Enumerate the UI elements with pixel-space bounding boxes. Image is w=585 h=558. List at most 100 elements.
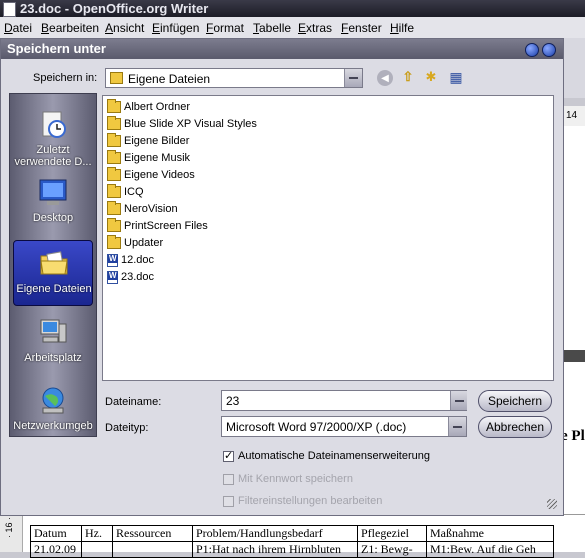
list-item[interactable]: Eigene Musik [107, 150, 190, 167]
chevron-down-icon[interactable] [450, 391, 467, 410]
save-button[interactable]: Speichern [478, 390, 552, 412]
writer-doc-icon [3, 2, 16, 17]
filename-dropdown [450, 391, 467, 410]
menu-datei[interactable]: Datei [4, 21, 32, 35]
file-name: Eigene Bilder [124, 135, 190, 147]
check-icon: ✓ [224, 450, 234, 462]
filetype-label: Dateityp: [105, 422, 149, 434]
help-icon[interactable] [525, 43, 539, 57]
places-bar: Zuletzt verwendete D... Desktop Eigene D… [9, 93, 97, 437]
my-computer-icon [40, 319, 67, 343]
filetype-value: Microsoft Word 97/2000/XP (.doc) [226, 420, 407, 434]
word-document-icon [107, 270, 118, 284]
file-name: Blue Slide XP Visual Styles [124, 118, 257, 130]
place-desktop[interactable]: Desktop [13, 170, 93, 236]
chevron-down-icon[interactable] [448, 417, 466, 436]
menu-einfuegen[interactable]: Einfügen [152, 21, 199, 35]
list-item[interactable]: ICQ [107, 184, 144, 201]
header-pflegeziel: Pflegeziel [357, 525, 427, 542]
video-folder-icon [107, 167, 121, 182]
cell-pflegeziel: Z1: Bewg- [357, 541, 427, 558]
auto-extension-checkbox[interactable]: ✓ [223, 450, 234, 462]
header-massnahme: Maßnahme [426, 525, 554, 542]
list-item[interactable]: Eigene Videos [107, 167, 195, 184]
menu-bearbeiten[interactable]: Bearbeiten [41, 21, 99, 35]
chevron-down-icon[interactable] [344, 69, 362, 87]
file-name: PrintScreen Files [124, 220, 208, 232]
filename-value: 23 [226, 394, 240, 408]
up-folder-icon[interactable]: ⇧ [400, 69, 416, 85]
menu-extras[interactable]: Extras [298, 21, 332, 35]
list-item[interactable]: Albert Ordner [107, 99, 190, 116]
cell-datum: 21.02.09 [30, 541, 82, 558]
place-network[interactable]: Netzwerkumgeb [13, 378, 93, 444]
file-list[interactable]: Albert Ordner Blue Slide XP Visual Style… [102, 95, 554, 381]
file-name: 23.doc [121, 271, 155, 283]
new-folder-icon[interactable]: ✱ [423, 69, 439, 85]
save-in-label: Speichern in: [33, 72, 98, 84]
resize-grip[interactable] [547, 499, 557, 509]
menu-ansicht[interactable]: Ansicht [105, 21, 144, 35]
filter-settings-checkbox[interactable] [223, 496, 234, 507]
cell-massnahme: M1:Bew. Auf die Geh [426, 541, 554, 558]
back-icon[interactable]: ◀ [377, 70, 393, 86]
list-item[interactable]: Updater [107, 235, 163, 252]
cell-ressourcen [112, 541, 193, 558]
word-document-icon [107, 253, 118, 267]
auto-extension-label: Automatische Dateinamenserweiterung [238, 450, 430, 462]
place-my-documents[interactable]: Eigene Dateien [13, 240, 93, 306]
app-title: 23.doc - OpenOffice.org Writer [20, 1, 209, 16]
desktop-icon [39, 179, 67, 205]
list-item[interactable]: NeroVision [107, 201, 178, 218]
list-item[interactable]: Eigene Bilder [107, 133, 189, 150]
dialog-title-bar[interactable]: Speichern unter [1, 39, 563, 59]
list-item[interactable]: Blue Slide XP Visual Styles [107, 116, 257, 133]
place-label: Eigene Dateien [16, 283, 92, 295]
file-name: Eigene Videos [124, 169, 195, 181]
vertical-ruler: · 16 · [0, 515, 23, 552]
header-hz: Hz. [81, 525, 113, 542]
filename-label: Dateiname: [105, 396, 162, 408]
place-label: Netzwerkumgeb [13, 420, 93, 432]
place-label: Arbeitsplatz [24, 352, 82, 364]
folder-icon [110, 72, 123, 84]
place-my-computer[interactable]: Arbeitsplatz [13, 310, 93, 376]
header-ressourcen: Ressourcen [112, 525, 193, 542]
menu-fenster[interactable]: Fenster [341, 21, 382, 35]
filename-field[interactable]: 23 [221, 390, 467, 411]
place-recent[interactable]: Zuletzt verwendete D... [13, 102, 93, 168]
cell-hz [81, 541, 113, 558]
file-name: Updater [124, 237, 164, 249]
place-label: Zuletzt verwendete D... [14, 144, 92, 168]
password-checkbox[interactable] [223, 474, 234, 485]
file-name: ICQ [124, 186, 144, 198]
filter-settings-label: Filtereinstellungen bearbeiten [238, 495, 383, 507]
ruler-value: 14 [566, 110, 578, 121]
filetype-select[interactable]: Microsoft Word 97/2000/XP (.doc) [221, 416, 467, 437]
table-row: 21.02.09 P1:Hat nach ihrem Hirnbluten Z1… [30, 541, 554, 558]
folder-icon [107, 116, 121, 131]
file-name: 12.doc [121, 254, 155, 266]
table-header-row: Datum Hz. Ressourcen Problem/Handlungsbe… [30, 525, 554, 542]
save-as-dialog: Speichern unter Speichern in: Eigene Dat… [0, 38, 564, 516]
save-in-combo[interactable]: Eigene Dateien [105, 68, 363, 88]
menu-bar: Datei Bearbeiten Ansicht Einfügen Format… [0, 17, 585, 39]
save-in-value: Eigene Dateien [128, 72, 211, 86]
menu-hilfe[interactable]: Hilfe [390, 21, 414, 35]
folder-icon [107, 235, 121, 250]
close-icon[interactable] [542, 43, 556, 57]
vertical-ruler-value: · 16 · [4, 517, 14, 539]
folder-icon [107, 218, 121, 233]
menu-tabelle[interactable]: Tabelle [253, 21, 291, 35]
folder-icon [107, 201, 121, 216]
list-item[interactable]: 23.doc [107, 269, 154, 286]
list-item[interactable]: 12.doc [107, 252, 154, 269]
network-icon [42, 387, 64, 414]
recent-icon [42, 111, 66, 138]
file-name: Albert Ordner [124, 101, 191, 113]
cancel-button[interactable]: Abbrechen [478, 416, 552, 438]
menu-format[interactable]: Format [206, 21, 244, 35]
list-item[interactable]: PrintScreen Files [107, 218, 208, 235]
dialog-title: Speichern unter [7, 41, 106, 56]
view-menu-icon[interactable]: ▦ [448, 69, 464, 85]
